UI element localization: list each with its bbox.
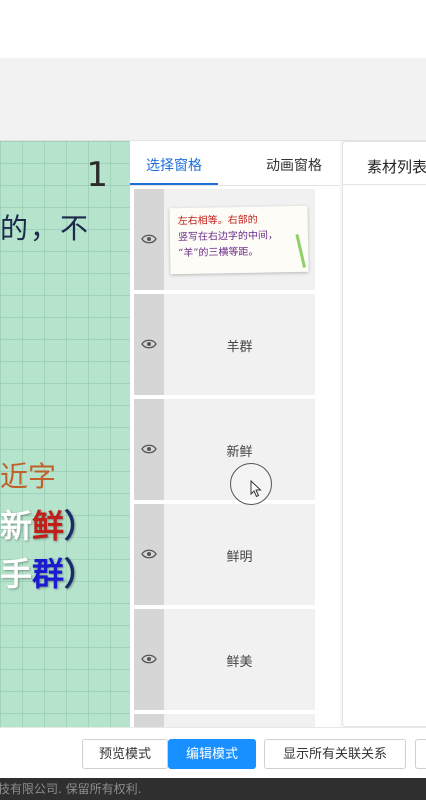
footer-bar: 预览模式 编辑模式 显示所有关联关系 xyxy=(0,727,426,779)
word-highlight: 群 xyxy=(32,555,65,593)
layer-item-label: 鲜明 xyxy=(226,550,253,565)
assets-title: 素材列表 xyxy=(367,158,426,176)
word-paren: ） xyxy=(64,507,97,545)
slide-canvas[interactable]: 1 的，不 近字 新鲜） 手群） xyxy=(0,141,130,727)
show-relations-button[interactable]: 显示所有关联关系 xyxy=(264,739,406,769)
layer-item[interactable]: 鲜美 xyxy=(134,609,315,710)
selection-pane: 选择窗格 动画窗格 左右相等。右部的 竖写在右边字的中间， “羊”的三横等距。 … xyxy=(130,141,340,727)
slide-text-line: 的，不 xyxy=(0,212,91,245)
slide-word-xinxian: 新鲜） xyxy=(0,501,96,547)
more-button[interactable] xyxy=(415,739,426,769)
layer-list: 左右相等。右部的 竖写在右边字的中间， “羊”的三横等距。 羊群 新鲜 鲜明 鲜… xyxy=(134,189,316,727)
layer-item-handle[interactable] xyxy=(134,714,164,727)
word-highlight: 鲜 xyxy=(32,507,65,545)
layer-item-label: 新鲜 xyxy=(226,445,253,460)
layer-item-handle[interactable] xyxy=(134,609,164,710)
assets-panel: 素材列表 xyxy=(340,141,426,727)
word-part: 手 xyxy=(0,555,33,593)
layer-item-image[interactable]: 左右相等。右部的 竖写在右边字的中间， “羊”的三横等距。 xyxy=(134,189,315,290)
toolbar xyxy=(0,58,426,141)
thumbnail-text: “羊”的三横等距。 xyxy=(178,246,259,260)
edit-mode-button[interactable]: 编辑模式 xyxy=(168,739,256,769)
word-part: 新 xyxy=(0,507,33,545)
copyright-bar: 技有限公司. 保留所有权利. xyxy=(0,778,426,800)
word-paren: ） xyxy=(64,555,97,593)
eye-icon[interactable] xyxy=(141,653,157,665)
active-tab-indicator xyxy=(130,183,218,185)
eye-icon[interactable] xyxy=(141,443,157,455)
pane-tabs: 选择窗格 动画窗格 xyxy=(130,141,340,186)
eye-icon[interactable] xyxy=(141,548,157,560)
layer-item[interactable]: 新鲜 xyxy=(134,399,315,500)
eye-icon[interactable] xyxy=(141,338,157,350)
layer-item-label: 鲜美 xyxy=(226,655,253,670)
divider xyxy=(343,184,426,185)
layer-item-handle[interactable] xyxy=(134,189,164,290)
layer-item[interactable]: 鲜明 xyxy=(134,504,315,605)
preview-mode-button[interactable]: 预览模式 xyxy=(82,739,168,769)
eye-icon[interactable] xyxy=(141,233,157,245)
layer-item[interactable] xyxy=(134,714,315,727)
top-bar xyxy=(0,0,426,59)
page-number: 1 xyxy=(86,155,108,195)
layer-item-handle[interactable] xyxy=(134,294,164,395)
image-thumbnail: 左右相等。右部的 竖写在右边字的中间， “羊”的三横等距。 xyxy=(169,205,309,275)
mouse-cursor-icon xyxy=(250,480,262,498)
copyright-text: 技有限公司. 保留所有权利. xyxy=(0,782,142,796)
assets-list: 素材列表 xyxy=(342,141,426,727)
layer-item-handle[interactable] xyxy=(134,399,164,500)
tab-animation-pane[interactable]: 动画窗格 xyxy=(266,155,322,175)
layer-item-handle[interactable] xyxy=(134,504,164,605)
slide-word-yangqun: 手群） xyxy=(0,549,96,595)
layer-item[interactable]: 羊群 xyxy=(134,294,315,395)
tab-selection-pane[interactable]: 选择窗格 xyxy=(146,155,202,175)
layer-item-label: 羊群 xyxy=(226,340,253,355)
slide-text-heading: 近字 xyxy=(0,460,57,493)
